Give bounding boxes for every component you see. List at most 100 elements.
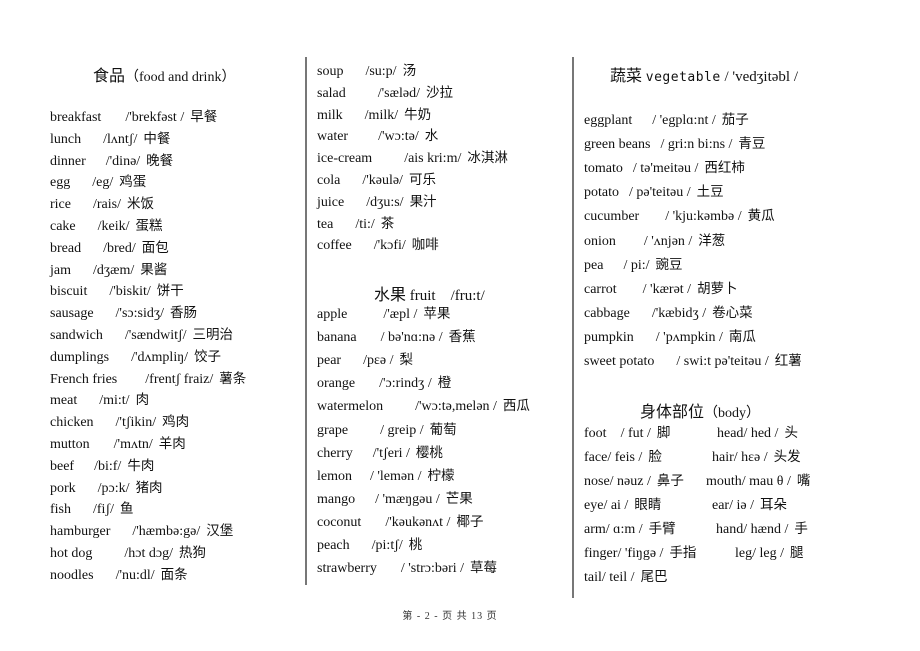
vocab-chinese: 热狗: [179, 545, 206, 561]
vocab-word: ice-cream: [317, 151, 373, 167]
vocab-phonetic: / 'ʌnjən /: [643, 233, 693, 249]
vocab-row: cola /'kəulə/可乐: [317, 171, 436, 190]
vocab-row: soup/su:p/汤: [317, 62, 416, 81]
vocab-word: onion: [584, 233, 616, 249]
vocab-word: cake: [50, 219, 76, 234]
body-entry-right: hand / hænd / 手: [716, 520, 808, 539]
vocab-row: jam/dʒæm/果酱: [50, 261, 167, 280]
vocab-phonetic: / nəuz /: [609, 474, 651, 489]
vocab-phonetic: / ai /: [603, 498, 629, 513]
vocab-phonetic: /mi:t/: [99, 393, 130, 409]
vocab-row: French fries/frentʃ fraiz/薯条: [50, 370, 246, 389]
vocab-word: French fries: [50, 371, 118, 387]
body-entry-left: eye / ai / 眼睛: [584, 496, 661, 515]
fruit-title-zh: 水果: [374, 285, 407, 304]
vocab-row: bread/bred/面包: [50, 239, 169, 258]
vocab-chinese: 果酱: [140, 261, 168, 278]
vocab-chinese: 米饭: [126, 196, 154, 213]
vocab-row: sweet potato / swi:t pə'teitəu / 红薯: [584, 352, 802, 371]
vocab-chinese: 鱼: [120, 501, 134, 518]
vocab-chinese: 手指: [669, 545, 697, 561]
vocab-word: ear: [712, 498, 730, 513]
vocab-word: mouth: [706, 474, 742, 489]
vocab-chinese: 手: [794, 521, 808, 537]
vocab-word: milk: [317, 107, 343, 123]
vocab-phonetic: /dʒu:s/: [366, 194, 404, 210]
vocab-phonetic: / 'lemən /: [370, 468, 422, 484]
food-section-title: 食品（food and drink）: [93, 62, 235, 86]
vocab-phonetic: / tə'meitəu /: [632, 161, 699, 177]
vegetable-title-zh: 蔬菜: [610, 66, 643, 85]
vocab-chinese: 黄瓜: [747, 208, 775, 225]
vocab-phonetic: /bred/: [103, 240, 136, 256]
vocab-row: tea/ti:/ 茶: [317, 215, 394, 234]
vocab-phonetic: / greip /: [380, 422, 424, 438]
vocab-chinese: 早餐: [190, 109, 218, 125]
vocab-word: cola: [317, 173, 341, 188]
vocab-chinese: 梨: [399, 352, 413, 369]
vocab-phonetic: /'ɔ:rindʒ /: [379, 376, 432, 392]
vocab-chinese: 薯条: [219, 370, 247, 387]
vocab-phonetic: /bi:f/: [94, 458, 122, 474]
body-entry-left: tail / teil / 尾巴: [584, 568, 668, 587]
vocab-word: soup: [317, 64, 344, 79]
vocab-word: dumplings: [50, 349, 110, 365]
vocab-chinese: 鼻子: [656, 473, 684, 489]
vocab-word: tomato: [584, 161, 623, 177]
vocab-row: ice-cream/ais kri:m/冰淇淋: [317, 149, 508, 168]
vocab-word: tail: [584, 570, 602, 585]
vocab-chinese: 洋葱: [698, 232, 726, 249]
vocab-phonetic: /su:p/: [365, 64, 397, 79]
fruit-title-en: fruit: [409, 288, 436, 304]
vocab-chinese: 蛋糕: [135, 218, 163, 234]
food-title-zh: 食品: [93, 66, 126, 85]
vocab-word: lemon: [317, 468, 352, 484]
vocab-phonetic: / hænd /: [743, 522, 789, 537]
body-title-en: （body）: [704, 406, 761, 421]
vocab-phonetic: /'sɔ:sidʒ/: [115, 306, 164, 322]
vocab-chinese: 橙: [437, 375, 452, 392]
vocab-word: pumpkin: [584, 329, 634, 345]
vocab-row: milk/milk/牛奶: [317, 106, 431, 125]
vocab-phonetic: /'kɔfi/: [373, 238, 406, 254]
vocab-word: bread: [50, 240, 82, 256]
vocab-row: pea / pi:/ 豌豆: [584, 256, 683, 275]
vocab-phonetic: /'tʃeri /: [372, 445, 410, 461]
vocab-row: meat/mi:t/肉: [50, 391, 149, 410]
vocab-row: tomato / tə'meitəu / 西红柿: [584, 159, 745, 178]
vocab-phonetic: /ti:/: [355, 216, 375, 232]
vocab-phonetic: / hɛə /: [733, 450, 768, 465]
vocab-word: sandwich: [50, 328, 103, 343]
vocab-chinese: 咖啡: [411, 237, 439, 254]
body-section-title: 身体部位（body）: [640, 398, 760, 422]
body-title-zh: 身体部位: [640, 402, 705, 421]
vocab-phonetic: /'kæbidʒ /: [651, 305, 707, 321]
vocab-row: coffee /'kɔfi/咖啡: [317, 236, 439, 255]
vocab-phonetic: / mau θ /: [741, 474, 791, 489]
vocab-phonetic: /frentʃ fraiz/: [145, 371, 214, 387]
vocab-row: hamburger /'hæmbə:gə/汉堡: [50, 522, 233, 541]
vocab-row: cake/keik/蛋糕: [50, 217, 163, 236]
vocab-chinese: 饼干: [156, 283, 184, 300]
vocab-chinese: 土豆: [696, 184, 724, 201]
vocab-word: nose: [584, 474, 610, 489]
vocab-word: finger: [584, 546, 618, 561]
vocab-chinese: 手臂: [648, 521, 676, 537]
vocab-phonetic: / pə'teitəu /: [629, 185, 691, 201]
vocab-row: orange /'ɔ:rindʒ / 橙: [317, 374, 451, 393]
vocab-chinese: 尾巴: [640, 569, 668, 585]
vocab-word: potato: [584, 185, 619, 201]
vocab-row: noodles /'nu:dl/面条: [50, 566, 188, 585]
vocab-row: dumplings /'dʌmpliŋ/饺子: [50, 348, 221, 367]
vegetable-title-ipa: / 'vedʒitəbl /: [724, 69, 798, 85]
vocab-phonetic: / teil /: [601, 570, 635, 585]
vocab-word: jam: [50, 262, 71, 278]
vocab-phonetic: /'biskit/: [109, 284, 151, 300]
vocab-phonetic: / 'mæŋgəu /: [375, 491, 440, 507]
body-entry-left: foot / fut / 脚: [584, 424, 670, 443]
vocab-chinese: 鸡蛋: [119, 174, 147, 191]
vegetable-title-en: vegetable: [645, 70, 721, 85]
vocab-word: banana: [317, 330, 357, 346]
vocab-row: pear/pɛə / 梨: [317, 351, 413, 370]
vocab-word: carrot: [584, 281, 617, 297]
